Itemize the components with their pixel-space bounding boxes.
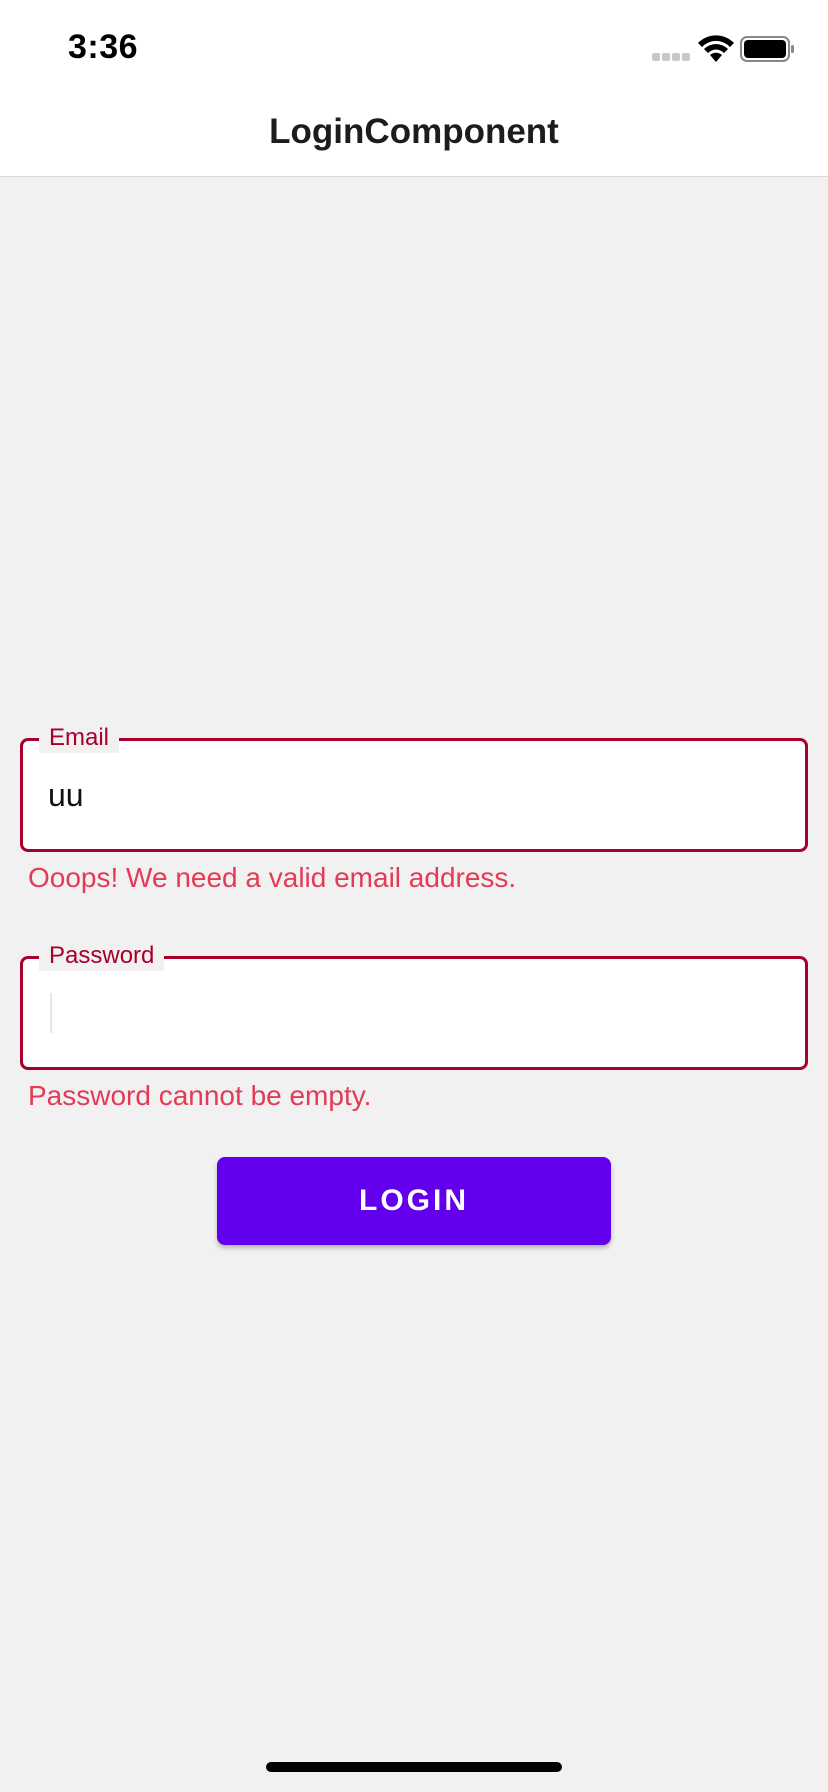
wifi-icon [698,35,734,62]
password-field-label: Password [39,941,165,971]
status-bar: 3:36 [0,0,828,96]
text-cursor [50,993,52,1033]
battery-icon [740,36,794,62]
password-error-message: Password cannot be empty. [28,1080,372,1111]
login-button[interactable]: LOGIN [217,1157,611,1245]
page-title: LoginComponent [269,112,559,151]
password-field[interactable]: Password [20,941,808,1070]
status-time: 3:36 [68,28,139,66]
navigation-bar: LoginComponent [0,96,828,177]
email-input[interactable]: uu [48,777,84,814]
signal-icon [652,53,690,61]
email-field-label: Email [39,723,120,753]
home-indicator[interactable] [266,1762,562,1772]
email-field[interactable]: Email uu [20,723,808,852]
email-error-message: Ooops! We need a valid email address. [28,862,517,893]
